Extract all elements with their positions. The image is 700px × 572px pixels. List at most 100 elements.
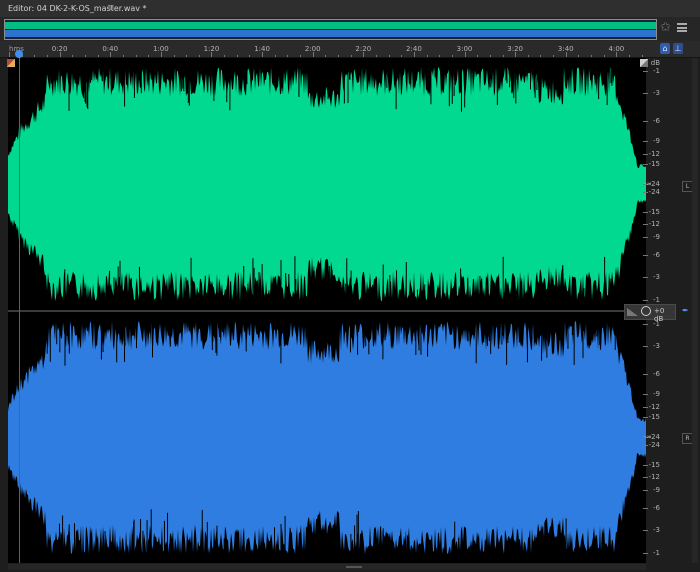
ruler-tick — [578, 55, 580, 57]
ruler-tick — [84, 55, 86, 57]
db-infinity-label: -∞ — [643, 433, 652, 441]
ruler-tick — [160, 52, 162, 57]
db-tick-label: -12 — [648, 149, 660, 158]
db-tick — [643, 477, 648, 479]
ruler-tick — [527, 55, 529, 57]
ruler-tick — [224, 55, 226, 57]
ruler-tick — [59, 52, 61, 57]
playhead-line[interactable] — [19, 58, 20, 563]
db-tick — [643, 121, 648, 122]
ruler-tick — [110, 52, 112, 57]
ruler-tick — [148, 55, 150, 57]
db-tick-label: -15 — [648, 207, 660, 216]
ruler-tick — [34, 55, 36, 57]
panel-menu-icon[interactable] — [677, 23, 687, 32]
db-tick-label: -3 — [653, 89, 660, 98]
db-tick — [643, 374, 648, 375]
time-ruler[interactable]: hms ⌂ ⊥ 0:20 0:40 1:00 1:20 1:40 2:00 2:20 2:40… — [0, 41, 700, 58]
db-tick-label: -3 — [653, 273, 660, 282]
db-tick-label: -24 — [648, 440, 660, 449]
ruler-tick — [629, 55, 631, 57]
zoom-fit-icon[interactable]: ⌂ — [660, 43, 670, 54]
waveform-left-channel — [8, 66, 646, 302]
waveform-display[interactable] — [8, 58, 646, 563]
ruler-tick — [135, 55, 137, 57]
ruler-tick — [325, 55, 327, 57]
ruler-tick — [9, 52, 10, 57]
overview-waveform[interactable] — [4, 19, 657, 40]
db-tick-label: -24 — [648, 187, 660, 196]
db-tick — [643, 236, 648, 238]
db-tick — [643, 299, 648, 301]
db-tick-label: -3 — [653, 342, 660, 351]
ruler-tick — [262, 52, 264, 57]
editor-tab-title[interactable]: Editor: 04 DK-2-K-OS_master.wav * — [8, 0, 147, 17]
fade-in-handle-icon[interactable] — [7, 59, 15, 67]
db-tick-label: -9 — [653, 137, 660, 146]
hamburger-icon[interactable]: ≡ — [107, 0, 115, 17]
ruler-tick — [338, 55, 339, 57]
db-tick-label: -15 — [648, 460, 660, 469]
vertical-scrollbar[interactable] — [692, 58, 698, 563]
star-icon[interactable]: ✩ — [660, 20, 671, 35]
db-tick-label: -6 — [653, 503, 660, 512]
db-tick-label: -6 — [653, 370, 660, 378]
db-tick — [643, 530, 648, 532]
ruler-tick — [122, 55, 124, 57]
db-tick — [643, 507, 648, 509]
ruler-tick — [502, 55, 504, 57]
db-tick-label: -6 — [653, 117, 660, 125]
ruler-tick — [21, 55, 23, 57]
db-tick — [643, 464, 648, 466]
ruler-tick — [72, 55, 74, 57]
ruler-tick — [464, 52, 466, 57]
horizontal-scrollbar[interactable] — [8, 564, 646, 570]
waveform-right-channel — [8, 320, 646, 555]
db-tick — [643, 70, 648, 72]
ruler-tick — [46, 55, 48, 57]
ruler-tick — [287, 55, 289, 57]
db-tick-label: -1 — [653, 66, 660, 75]
db-tick — [643, 224, 648, 226]
ruler-tick — [375, 55, 377, 57]
ruler-tick — [198, 55, 200, 57]
db-tick — [643, 277, 648, 279]
db-tick-label: -9 — [653, 232, 660, 241]
db-tick-label: -1 — [653, 548, 660, 557]
ruler-tick — [363, 52, 365, 57]
ruler-tick — [413, 52, 415, 57]
scroll-grip[interactable] — [346, 566, 362, 568]
db-tick — [643, 153, 648, 155]
editor-titlebar: Editor: 04 DK-2-K-OS_master.wav * ≡ — [0, 0, 700, 18]
amplitude-scale: dB -1 -3 -6 -9 -12 -15 -24 -24 -15 -12 -9 -6 -3 -1 -1-… — [643, 58, 678, 563]
ruler-tick — [173, 55, 175, 57]
overview-wave-graphic — [5, 22, 656, 37]
db-infinity-label: -∞ — [643, 180, 652, 188]
db-tick — [643, 254, 648, 256]
ruler-tick — [451, 55, 453, 57]
ruler-tick — [616, 52, 618, 57]
db-tick-label: -1 — [653, 295, 660, 304]
pin-icon[interactable]: ⊥ — [673, 43, 683, 54]
db-tick — [643, 323, 648, 325]
pin-hud-icon[interactable]: ✒ — [682, 306, 690, 315]
db-tick — [643, 552, 648, 554]
ruler-tick — [274, 55, 276, 57]
db-tick — [643, 416, 648, 418]
db-tick-label: -15 — [648, 412, 660, 421]
ruler-tick — [565, 52, 567, 57]
ruler-tick — [426, 55, 428, 57]
db-tick — [643, 191, 648, 193]
db-tick-label: -9 — [653, 485, 660, 494]
db-tick — [643, 489, 648, 491]
ruler-tick — [439, 55, 441, 57]
ruler-tick — [515, 52, 517, 57]
db-tick — [643, 394, 648, 396]
ruler-tick — [641, 55, 643, 57]
db-tick-label: -9 — [653, 390, 660, 399]
db-tick — [643, 163, 648, 165]
ruler-tick — [350, 55, 352, 57]
ruler-tick — [300, 55, 302, 57]
db-tick-label: -12 — [648, 473, 660, 482]
overview-panel: ✩ — [0, 17, 700, 41]
